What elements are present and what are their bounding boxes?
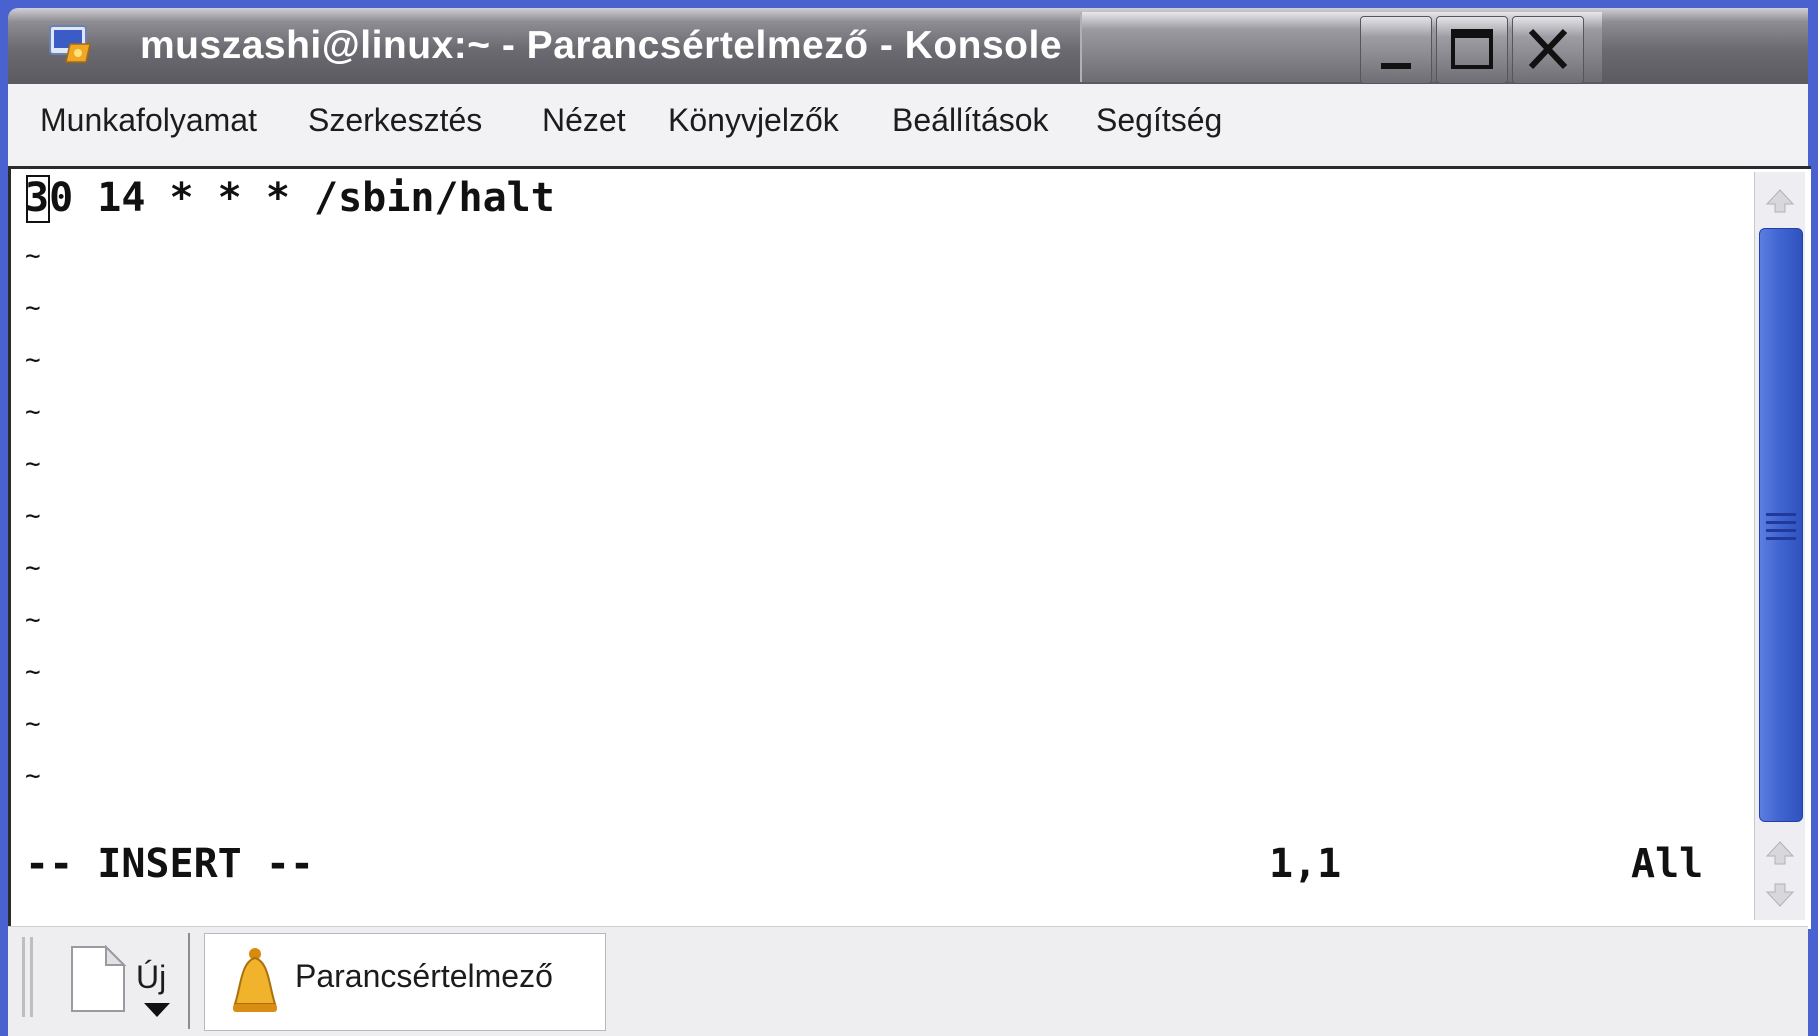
empty-line-marker: ~ xyxy=(25,449,41,479)
new-session-button[interactable]: Új xyxy=(52,933,202,1029)
menu-munkafolyamat[interactable]: Munkafolyamat xyxy=(40,102,257,139)
window-title: muszashi@linux:~ - Parancsértelmező - Ko… xyxy=(140,24,1063,67)
new-session-label: Új xyxy=(136,959,167,995)
cursor-position: 1,1 xyxy=(1269,841,1342,887)
scrollbar-grip xyxy=(1766,537,1796,540)
terminal-area[interactable]: 30 14 * * * /sbin/halt ~ ~ ~ ~ ~ ~ ~ ~ ~… xyxy=(8,166,1811,929)
scroll-range-indicator: All xyxy=(1631,841,1704,887)
menu-segitseg[interactable]: Segítség xyxy=(1096,102,1222,139)
minimize-icon xyxy=(1381,63,1411,69)
empty-line-marker: ~ xyxy=(25,709,41,739)
maximize-button[interactable] xyxy=(1436,16,1508,84)
minimize-button[interactable] xyxy=(1360,16,1432,84)
menu-konyvjelzok[interactable]: Könyvjelzők xyxy=(668,102,839,139)
menu-nezet[interactable]: Nézet xyxy=(542,102,626,139)
empty-line-marker: ~ xyxy=(25,345,41,375)
toolbar-handle[interactable] xyxy=(30,937,33,1017)
empty-line-marker: ~ xyxy=(25,397,41,427)
title-bar[interactable]: muszashi@linux:~ - Parancsértelmező - Ko… xyxy=(8,8,1808,84)
scroll-down-icon[interactable] xyxy=(1763,878,1797,912)
maximize-icon xyxy=(1451,29,1493,69)
cursor-char: 3 xyxy=(25,175,50,221)
scrollbar-grip xyxy=(1766,513,1796,516)
empty-line-marker: ~ xyxy=(25,657,41,687)
line-1-text: 0 14 * * * /sbin/halt xyxy=(49,175,555,221)
scrollbar-thumb[interactable] xyxy=(1759,228,1803,822)
vertical-scrollbar[interactable] xyxy=(1754,172,1805,920)
empty-line-marker: ~ xyxy=(25,293,41,323)
vim-mode-indicator: -- INSERT -- xyxy=(25,841,314,887)
tab-parancsertelmezo[interactable]: Parancsértelmező xyxy=(204,933,606,1031)
scrollbar-grip xyxy=(1766,529,1796,532)
empty-line-marker: ~ xyxy=(25,761,41,791)
toolbar-handle[interactable] xyxy=(22,937,25,1017)
menu-beallitasok[interactable]: Beállítások xyxy=(892,102,1049,139)
close-icon xyxy=(1528,28,1568,70)
empty-line-marker: ~ xyxy=(25,501,41,531)
new-session-icon xyxy=(71,944,127,1012)
toolbar-separator xyxy=(188,933,190,1029)
scroll-up-icon[interactable] xyxy=(1763,836,1797,870)
close-button[interactable] xyxy=(1512,16,1584,84)
empty-line-marker: ~ xyxy=(25,241,41,271)
shell-bell-icon xyxy=(233,948,277,1012)
menu-bar: Munkafolyamat Szerkesztés Nézet Könyvjel… xyxy=(8,84,1808,167)
session-tab-bar: Új Parancsértelmező xyxy=(8,926,1808,1036)
dropdown-arrow-icon[interactable] xyxy=(142,999,172,1019)
menu-szerkesztes[interactable]: Szerkesztés xyxy=(308,102,482,139)
empty-line-marker: ~ xyxy=(25,605,41,635)
tab-label: Parancsértelmező xyxy=(295,958,553,994)
editor-line-1: 30 14 * * * /sbin/halt xyxy=(25,175,555,221)
scrollbar-grip xyxy=(1766,521,1796,524)
konsole-app-icon[interactable] xyxy=(46,20,94,68)
scroll-up-icon[interactable] xyxy=(1763,184,1797,218)
empty-line-marker: ~ xyxy=(25,553,41,583)
